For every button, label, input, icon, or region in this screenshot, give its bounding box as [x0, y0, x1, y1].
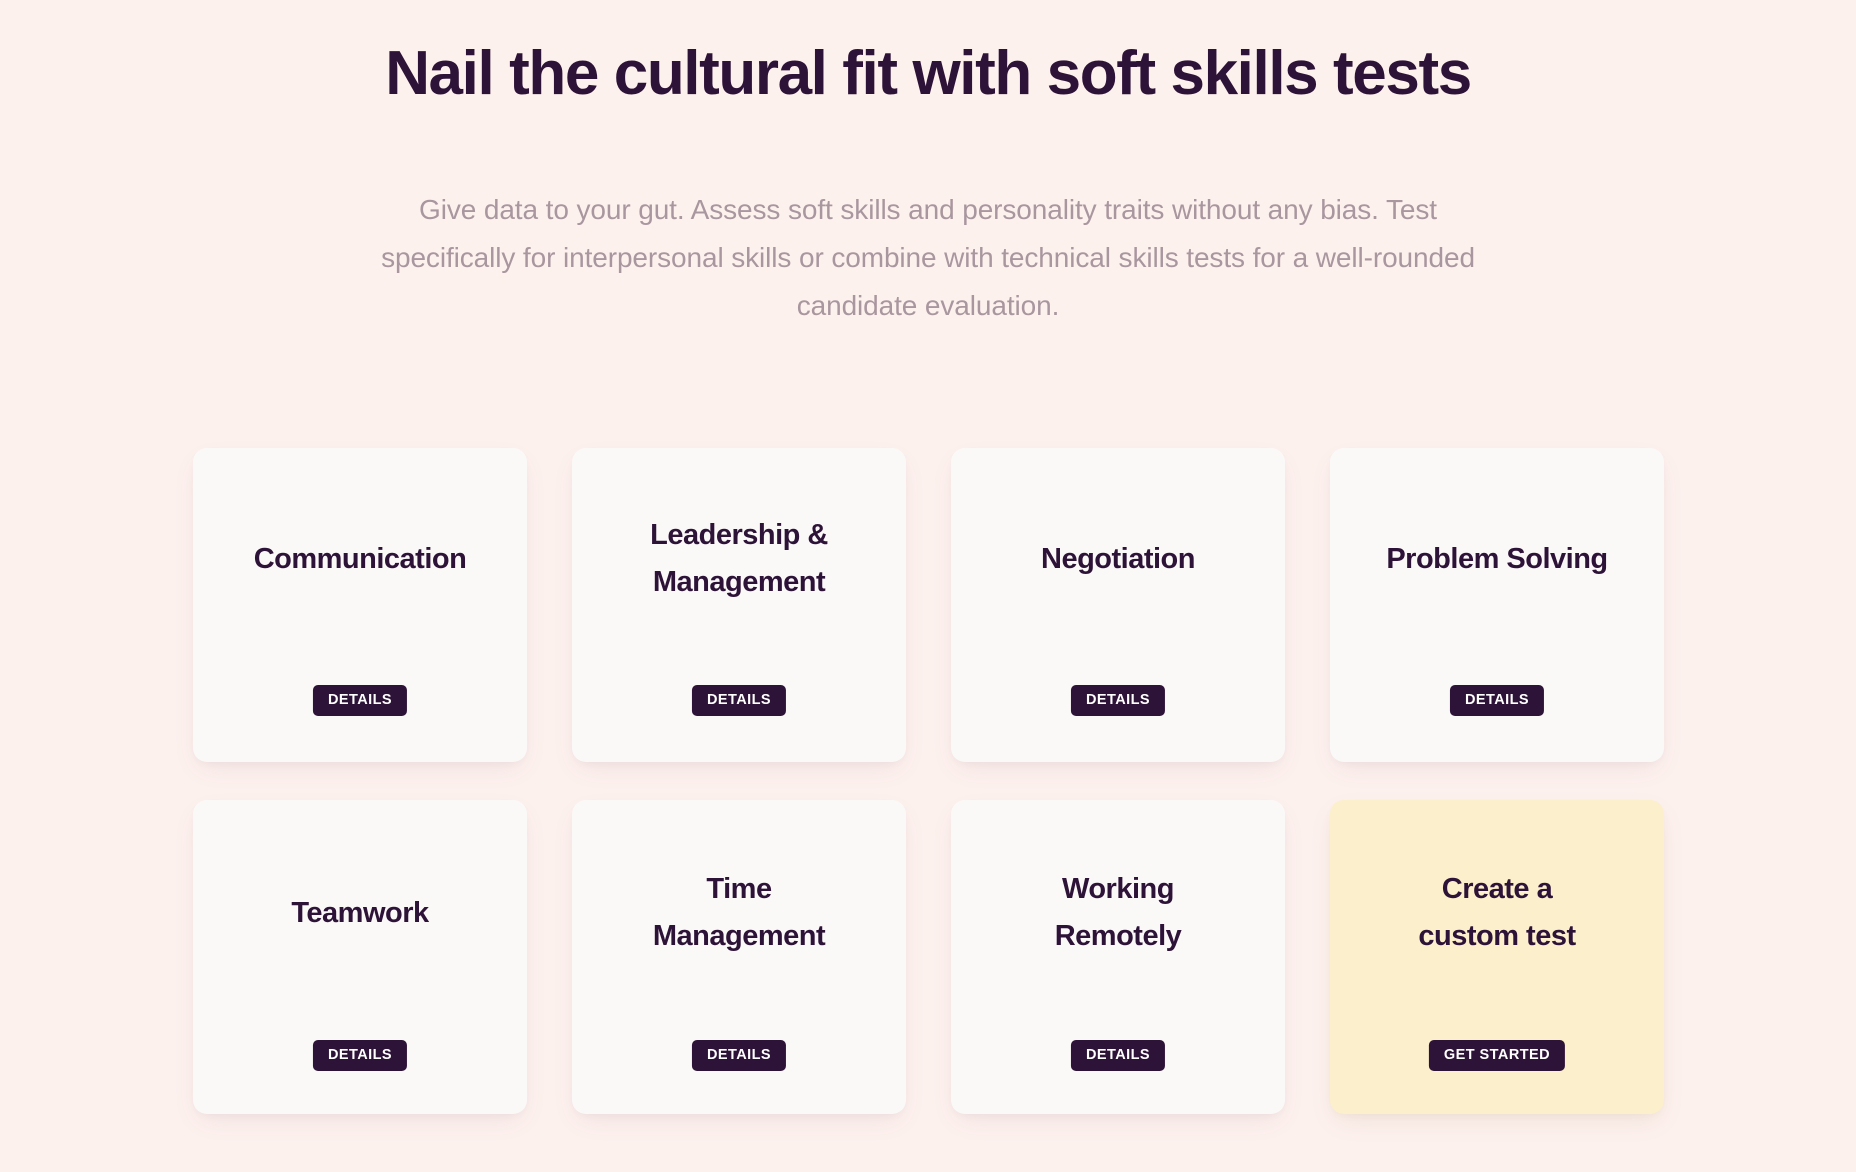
soft-skills-tests-page: Nail the cultural fit with soft skills t… — [0, 0, 1856, 1172]
details-button[interactable]: DETAILS — [691, 1040, 787, 1071]
test-card-title: Problem Solving — [1386, 542, 1608, 575]
test-card-title: Working Remotely — [1054, 873, 1182, 952]
details-button[interactable]: DETAILS — [1070, 685, 1166, 716]
page-subtitle: Give data to your gut. Assess soft skill… — [381, 194, 1475, 321]
test-card[interactable]: Negotiation DETAILS — [951, 448, 1285, 762]
hero-section: Nail the cultural fit with soft skills t… — [0, 0, 1856, 330]
test-card-title: Create a custom test — [1418, 873, 1576, 952]
test-card[interactable]: Leadership & Management DETAILS — [572, 448, 906, 762]
test-card-title: Communication — [253, 542, 467, 575]
test-card[interactable]: Teamwork DETAILS — [193, 800, 527, 1114]
details-button[interactable]: DETAILS — [312, 685, 408, 716]
test-card-title: Time Management — [652, 873, 826, 952]
details-button[interactable]: DETAILS — [312, 1040, 408, 1071]
page-title: Nail the cultural fit with soft skills t… — [385, 39, 1472, 108]
test-card-title: Leadership & Management — [650, 519, 828, 598]
test-card-title: Teamwork — [291, 896, 429, 929]
test-card[interactable]: Create a custom test GET STARTED — [1330, 800, 1664, 1114]
test-card[interactable]: Communication DETAILS — [193, 448, 527, 762]
test-card[interactable]: Time Management DETAILS — [572, 800, 906, 1114]
test-card[interactable]: Problem Solving DETAILS — [1330, 448, 1664, 762]
get-started-button[interactable]: GET STARTED — [1428, 1040, 1566, 1071]
test-cards-grid: Communication DETAILS Leadership & Managem… — [193, 448, 1664, 1114]
details-button[interactable]: DETAILS — [1449, 685, 1545, 716]
test-card[interactable]: Working Remotely DETAILS — [951, 800, 1285, 1114]
details-button[interactable]: DETAILS — [691, 685, 787, 716]
details-button[interactable]: DETAILS — [1070, 1040, 1166, 1071]
test-card-title: Negotiation — [1041, 542, 1196, 575]
